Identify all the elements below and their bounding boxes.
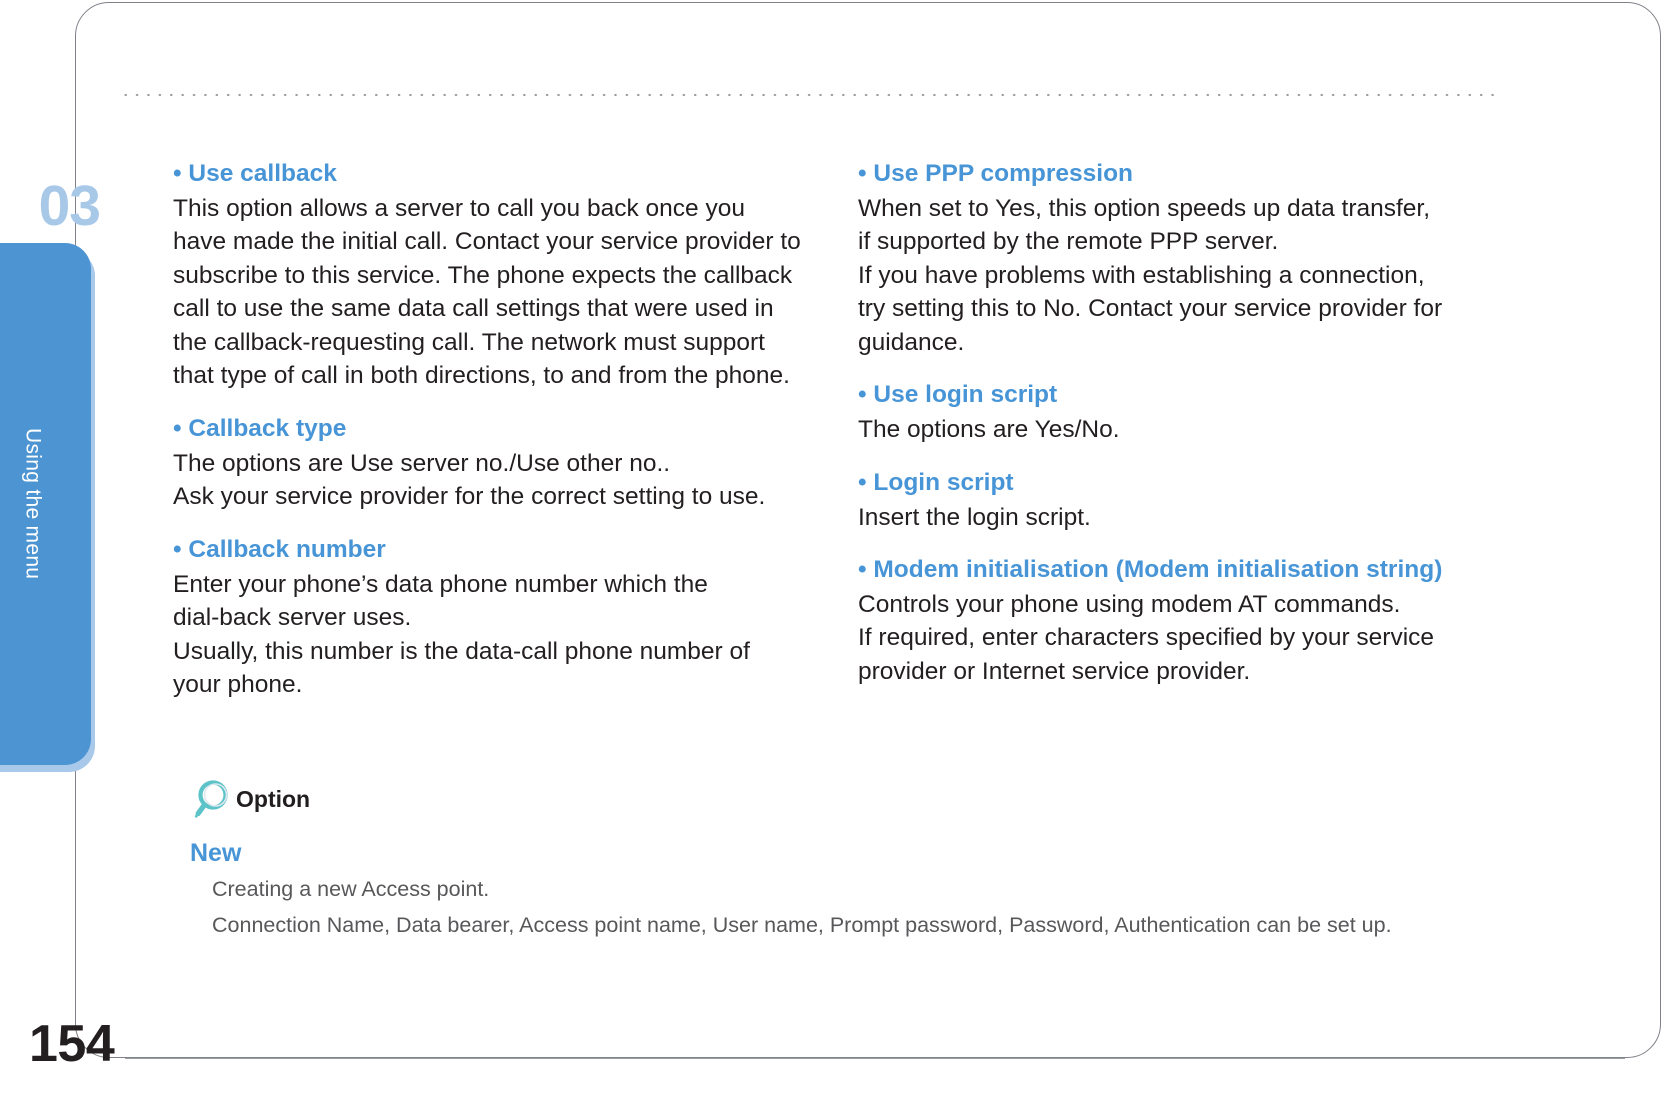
section-title: • Callback type	[173, 414, 347, 442]
content-column-left: • Use callback This option allows a serv…	[173, 158, 833, 702]
section-modem-initialisation: • Modem initialisation (Modem initialisa…	[858, 554, 1518, 688]
page-number: 154	[29, 1015, 115, 1073]
section-title: • Use PPP compression	[858, 160, 1134, 187]
option-label: Option	[236, 785, 311, 812]
body-line: If required, enter characters specified …	[858, 624, 1435, 652]
section-callback-number: • Callback number Enter your phone’s dat…	[173, 534, 833, 702]
option-note-line: Creating a new Access point.	[212, 876, 490, 901]
body-line: Usually, this number is the data-call ph…	[173, 637, 750, 665]
body-line: When set to Yes, this option speeds up d…	[858, 194, 1431, 222]
body-line: Insert the login script.	[858, 503, 1091, 531]
section-body: When set to Yes, this option speeds up d…	[858, 192, 1518, 360]
body-line: provider or Internet service provider.	[858, 657, 1251, 685]
body-line: that type of call in both directions, to…	[173, 362, 790, 390]
body-line: Enter your phone’s data phone number whi…	[173, 570, 708, 598]
section-body: Enter your phone’s data phone number whi…	[173, 568, 833, 702]
section-use-ppp-compression: • Use PPP compression When set to Yes, t…	[858, 158, 1518, 359]
content-column-right: • Use PPP compression When set to Yes, t…	[858, 158, 1518, 688]
option-note-header: Option	[190, 778, 1510, 820]
section-use-callback: • Use callback This option allows a serv…	[173, 158, 833, 393]
body-line: Controls your phone using modem AT comma…	[858, 590, 1401, 618]
body-line: The options are Use server no./Use other…	[173, 449, 671, 477]
section-body: The options are Use server no./Use other…	[173, 447, 833, 514]
section-use-login-script: • Use login script The options are Yes/N…	[858, 379, 1518, 446]
body-line: try setting this to No. Contact your ser…	[858, 295, 1443, 323]
body-line: subscribe to this service. The phone exp…	[173, 261, 793, 289]
section-title: • Login script	[858, 468, 1014, 496]
section-body: The options are Yes/No.	[858, 413, 1518, 447]
section-body: This option allows a server to call you …	[173, 192, 833, 393]
body-line: the callback-requesting call. The networ…	[173, 328, 765, 356]
body-line: The options are Yes/No.	[858, 416, 1120, 444]
section-title: • Use login script	[858, 381, 1058, 409]
option-note: Option New Creating a new Access point. …	[190, 778, 1510, 940]
body-line: if supported by the remote PPP server.	[858, 228, 1279, 256]
body-line: If you have problems with establishing a…	[858, 261, 1425, 289]
magnifier-icon	[190, 778, 236, 820]
section-title: • Callback number	[173, 535, 386, 563]
section-title: • Use callback	[173, 160, 337, 187]
chapter-number: 03	[38, 174, 101, 238]
option-note-line: Connection Name, Data bearer, Access poi…	[212, 912, 1392, 937]
body-line: have made the initial call. Contact your…	[173, 228, 801, 256]
body-line: dial-back server uses.	[173, 604, 412, 632]
option-new-title: New	[190, 839, 242, 867]
section-callback-type: • Callback type The options are Use serv…	[173, 413, 833, 514]
header-dotted-rule	[120, 88, 1500, 96]
section-body: Insert the login script.	[858, 501, 1518, 535]
section-body: Controls your phone using modem AT comma…	[858, 588, 1518, 689]
section-login-script: • Login script Insert the login script.	[858, 467, 1518, 534]
side-tab-label: Using the menu	[21, 428, 45, 580]
section-title: • Modem initialisation (Modem initialisa…	[858, 556, 1443, 584]
side-tab-using-the-menu[interactable]: Using the menu	[0, 243, 91, 765]
body-line: guidance.	[858, 328, 965, 356]
body-line: your phone.	[173, 671, 303, 699]
body-line: This option allows a server to call you …	[173, 194, 745, 222]
footer-rule	[125, 1058, 1625, 1060]
body-line: call to use the same data call settings …	[173, 295, 774, 323]
body-line: Ask your service provider for the correc…	[173, 483, 766, 511]
